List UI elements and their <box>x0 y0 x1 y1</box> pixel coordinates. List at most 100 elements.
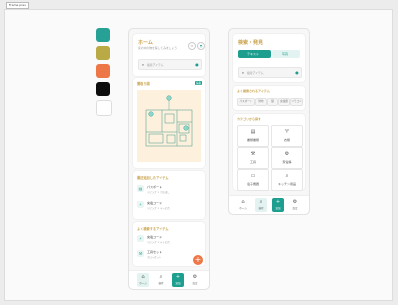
nav-home[interactable]: ⌂ ホーム <box>137 273 149 287</box>
category-label: 工具 <box>249 160 256 164</box>
bell-icon: ◓ <box>199 43 203 48</box>
search-header-card: 検索・発見 テキスト 写真 ⌕ 検索アイテム ● <box>233 34 305 82</box>
item-name: パスポート <box>147 185 163 189</box>
home-screen: ホーム 家の中の物を探してみましょう ⚇ ◓ ⌕ 検索アイテム ● 間取り図 編… <box>128 28 210 290</box>
plus-icon: + <box>275 199 281 205</box>
nav-home[interactable]: ⌂ ホーム <box>237 198 249 212</box>
popular-tag[interactable]: 財布 <box>255 98 267 106</box>
item-location: リビング > テレビ台 <box>147 240 170 244</box>
popular-card: よく検索されるアイテム パスポート 財布 鍵 充電器 リモコン <box>233 86 305 110</box>
tab-text[interactable]: テキスト <box>238 50 271 58</box>
tab-photo[interactable]: 写真 <box>272 50 300 58</box>
nav-add[interactable]: + 追加 <box>172 273 184 287</box>
nav-settings[interactable]: ⚙ 設定 <box>189 273 201 287</box>
nav-label: ホーム <box>239 207 247 210</box>
nav-label: 追加 <box>275 207 281 210</box>
popular-tag[interactable]: 充電器 <box>278 98 290 106</box>
notification-button[interactable]: ◓ <box>197 42 205 50</box>
nav-label: 設定 <box>292 207 298 210</box>
home-subtitle: 家の中の物を探してみましょう <box>138 46 178 50</box>
search-icon: ⌕ <box>241 70 245 75</box>
popular-tag[interactable]: リモコン <box>290 98 303 106</box>
item-location: クローゼット <box>147 255 162 259</box>
settings-icon: ⚙ <box>192 274 198 280</box>
home-icon: ⌂ <box>141 274 145 280</box>
floor-plan-card: 間取り図 編集 <box>133 78 205 168</box>
fab-add-button[interactable]: + <box>193 255 203 265</box>
nav-search[interactable]: ⌕ 検索 <box>255 198 267 212</box>
people-icon: ⚇ <box>190 43 194 48</box>
charger-icon: ⚡ <box>137 201 144 208</box>
category-card: カテゴリから探す ▤ 書類書類 ♈ 衣類 ⚒ 工具 ⚙ 家電等 ▭ 電子機器 ⌕ キッチン用… <box>233 114 305 191</box>
tab-text-label: テキスト <box>247 52 259 56</box>
list-item[interactable]: ▤ パスポート リビング > 引き出し <box>137 183 201 195</box>
home-search-placeholder: 検索アイテム <box>147 62 164 67</box>
device-icon: ▭ <box>250 173 256 179</box>
frequent-title: よく検索するアイテム <box>137 227 169 231</box>
palette-swatch-teal <box>96 28 110 42</box>
search-icon: ⌕ <box>259 199 263 205</box>
gear-icon: ⚙ <box>284 151 290 157</box>
home-search-input[interactable]: ⌕ 検索アイテム ● <box>138 59 202 70</box>
frame-label: Frame prev <box>6 2 29 9</box>
category-electronics[interactable]: ▭ 電子機器 <box>237 169 269 191</box>
passport-icon: ▤ <box>137 185 144 192</box>
list-item[interactable]: ⚒ 工具セット クローゼット <box>137 248 201 260</box>
list-item[interactable]: ⚡ 充電コード リビング > テレビ台 <box>137 233 201 245</box>
category-label: 書類書類 <box>246 138 259 142</box>
search-screen-title: 検索・発見 <box>238 40 264 46</box>
category-label: キッチン用品 <box>277 182 296 186</box>
tool-icon: ⚒ <box>250 151 256 157</box>
category-documents[interactable]: ▤ 書類書類 <box>237 125 269 147</box>
search-screen-placeholder: 検索アイテム <box>247 70 264 75</box>
popular-title: よく検索されるアイテム <box>237 89 270 93</box>
nav-label: 設定 <box>192 282 198 285</box>
item-location: リビング > テレビ台 <box>147 206 170 210</box>
home-title: ホーム <box>138 40 153 46</box>
item-name: 充電コード <box>147 235 163 239</box>
shirt-icon: ♈ <box>284 129 290 135</box>
category-label: 家電等 <box>282 160 292 164</box>
popular-tag[interactable]: パスポート <box>237 98 255 106</box>
floor-plan-edit[interactable]: 編集 <box>195 81 203 85</box>
mic-icon[interactable]: ● <box>295 70 299 75</box>
item-name: 工具セット <box>147 250 163 254</box>
nav-label: ホーム <box>139 282 147 285</box>
search-screen-input[interactable]: ⌕ 検索アイテム ● <box>238 67 302 78</box>
home-header-card: ホーム 家の中の物を探してみましょう ⚇ ◓ ⌕ 検索アイテム ● <box>133 34 205 76</box>
recent-items-card: 最近追加したアイテム ▤ パスポート リビング > 引き出し ⚡ 充電コード リ… <box>133 171 205 219</box>
tool-icon: ⚒ <box>137 250 144 257</box>
item-location: リビング > 引き出し <box>147 190 170 194</box>
floor-plan-title: 間取り図 <box>137 82 150 86</box>
nav-label: 追加 <box>175 282 181 285</box>
map-pin-left <box>148 111 154 117</box>
palette-swatch-orange <box>96 64 110 78</box>
category-appliances[interactable]: ⚙ 家電等 <box>271 147 303 169</box>
nav-settings[interactable]: ⚙ 設定 <box>289 198 301 212</box>
bottom-nav: ⌂ ホーム ⌕ 検索 + 追加 ⚙ 設定 <box>229 195 309 214</box>
category-label: 電子機器 <box>246 182 259 186</box>
popular-tag[interactable]: 鍵 <box>267 98 278 106</box>
search-icon: ⌕ <box>159 274 163 280</box>
nav-search[interactable]: ⌕ 検索 <box>155 273 167 287</box>
mic-icon[interactable]: ● <box>195 62 199 67</box>
category-title: カテゴリから探す <box>237 117 262 121</box>
palette-swatch-olive <box>96 46 110 60</box>
category-clothing[interactable]: ♈ 衣類 <box>271 125 303 147</box>
item-name: 充電コード <box>147 201 163 205</box>
floor-plan-map[interactable] <box>137 90 201 162</box>
category-label: 衣類 <box>283 138 290 142</box>
nav-add[interactable]: + 追加 <box>272 198 284 212</box>
palette-swatch-black <box>96 82 110 96</box>
bottom-nav: ⌂ ホーム ⌕ 検索 + 追加 ⚙ 設定 <box>129 270 209 289</box>
list-item[interactable]: ⚡ 充電コード リビング > テレビ台 <box>137 199 201 211</box>
nav-label: 検索 <box>158 282 164 285</box>
map-pin-top <box>166 95 172 101</box>
search-icon: ⌕ <box>141 62 145 67</box>
plus-icon: + <box>175 274 181 280</box>
category-kitchen[interactable]: ⌕ キッチン用品 <box>271 169 303 191</box>
tab-photo-label: 写真 <box>282 52 289 56</box>
charger-icon: ⚡ <box>137 235 144 242</box>
category-tools[interactable]: ⚒ 工具 <box>237 147 269 169</box>
people-button[interactable]: ⚇ <box>188 42 196 50</box>
